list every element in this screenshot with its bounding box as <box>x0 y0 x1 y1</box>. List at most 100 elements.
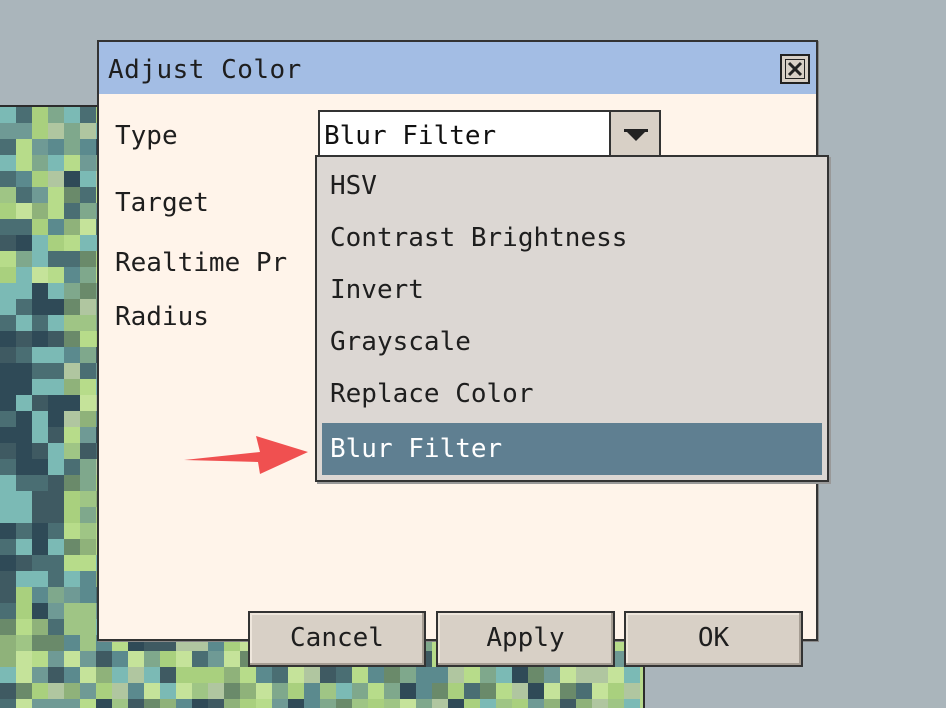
image-pixel <box>400 699 416 708</box>
image-pixel <box>160 651 176 667</box>
image-pixel <box>64 651 80 667</box>
apply-button[interactable]: Apply <box>436 611 615 667</box>
image-pixel <box>0 331 16 347</box>
image-pixel <box>16 347 32 363</box>
image-pixel <box>544 699 560 708</box>
image-pixel <box>112 699 128 708</box>
image-pixel <box>176 667 192 683</box>
image-pixel <box>0 107 16 123</box>
image-pixel <box>80 507 96 523</box>
image-pixel <box>32 363 48 379</box>
image-pixel <box>48 635 64 651</box>
image-pixel <box>64 475 80 491</box>
image-pixel <box>160 699 176 708</box>
image-pixel <box>0 235 16 251</box>
image-pixel <box>0 427 16 443</box>
image-pixel <box>32 347 48 363</box>
ok-button[interactable]: OK <box>624 611 803 667</box>
dialog-titlebar[interactable]: Adjust Color <box>99 42 816 94</box>
image-pixel <box>496 683 512 699</box>
image-pixel <box>32 475 48 491</box>
image-pixel <box>0 475 16 491</box>
close-button[interactable] <box>780 54 810 84</box>
image-pixel <box>48 667 64 683</box>
image-pixel <box>80 571 96 587</box>
image-pixel <box>32 587 48 603</box>
image-pixel <box>512 667 528 683</box>
annotation-arrow-icon <box>184 436 308 474</box>
image-pixel <box>544 667 560 683</box>
image-pixel <box>224 699 240 708</box>
option-replace-color[interactable]: Replace Color <box>322 368 822 420</box>
option-hsv[interactable]: HSV <box>322 160 822 212</box>
image-pixel <box>48 683 64 699</box>
image-pixel <box>48 699 64 708</box>
image-pixel <box>400 667 416 683</box>
image-pixel <box>336 699 352 708</box>
image-pixel <box>368 683 384 699</box>
image-pixel <box>528 683 544 699</box>
image-pixel <box>32 123 48 139</box>
image-pixel <box>48 427 64 443</box>
image-pixel <box>64 187 80 203</box>
option-contrast-brightness[interactable]: Contrast Brightness <box>322 212 822 264</box>
image-pixel <box>304 699 320 708</box>
image-pixel <box>64 491 80 507</box>
image-pixel <box>0 619 16 635</box>
image-pixel <box>80 667 96 683</box>
image-pixel <box>576 667 592 683</box>
option-blur-filter[interactable]: Blur Filter <box>322 423 822 475</box>
image-pixel <box>80 347 96 363</box>
image-pixel <box>592 683 608 699</box>
image-pixel <box>48 379 64 395</box>
image-pixel <box>416 683 432 699</box>
image-pixel <box>0 635 16 651</box>
image-pixel <box>64 683 80 699</box>
image-pixel <box>16 651 32 667</box>
image-pixel <box>48 507 64 523</box>
image-pixel <box>16 475 32 491</box>
image-pixel <box>0 603 16 619</box>
image-pixel <box>48 235 64 251</box>
image-pixel <box>32 235 48 251</box>
image-pixel <box>0 539 16 555</box>
image-pixel <box>0 187 16 203</box>
image-pixel <box>64 523 80 539</box>
image-pixel <box>496 667 512 683</box>
image-pixel <box>96 667 112 683</box>
image-pixel <box>16 219 32 235</box>
type-select-value: Blur Filter <box>324 121 497 151</box>
image-pixel <box>64 635 80 651</box>
image-pixel <box>32 331 48 347</box>
image-pixel <box>64 539 80 555</box>
image-pixel <box>32 267 48 283</box>
image-pixel <box>240 699 256 708</box>
option-invert[interactable]: Invert <box>322 264 822 316</box>
image-pixel <box>16 107 32 123</box>
image-pixel <box>576 683 592 699</box>
image-pixel <box>0 379 16 395</box>
type-dropdown-list: HSV Contrast Brightness Invert Grayscale… <box>315 155 829 482</box>
image-pixel <box>384 699 400 708</box>
image-pixel <box>352 667 368 683</box>
image-pixel <box>304 667 320 683</box>
image-pixel <box>0 203 16 219</box>
image-pixel <box>32 523 48 539</box>
image-pixel <box>80 203 96 219</box>
image-pixel <box>16 299 32 315</box>
image-pixel <box>592 667 608 683</box>
image-pixel <box>80 427 96 443</box>
type-select-dropdown-button[interactable] <box>609 110 661 160</box>
image-pixel <box>496 699 512 708</box>
image-pixel <box>64 283 80 299</box>
image-pixel <box>208 667 224 683</box>
image-pixel <box>16 379 32 395</box>
image-pixel <box>64 395 80 411</box>
type-select[interactable]: Blur Filter <box>318 110 661 160</box>
type-label: Type <box>115 121 178 151</box>
image-pixel <box>64 443 80 459</box>
image-pixel <box>64 411 80 427</box>
option-grayscale[interactable]: Grayscale <box>322 316 822 368</box>
cancel-button[interactable]: Cancel <box>248 611 426 667</box>
image-pixel <box>16 683 32 699</box>
